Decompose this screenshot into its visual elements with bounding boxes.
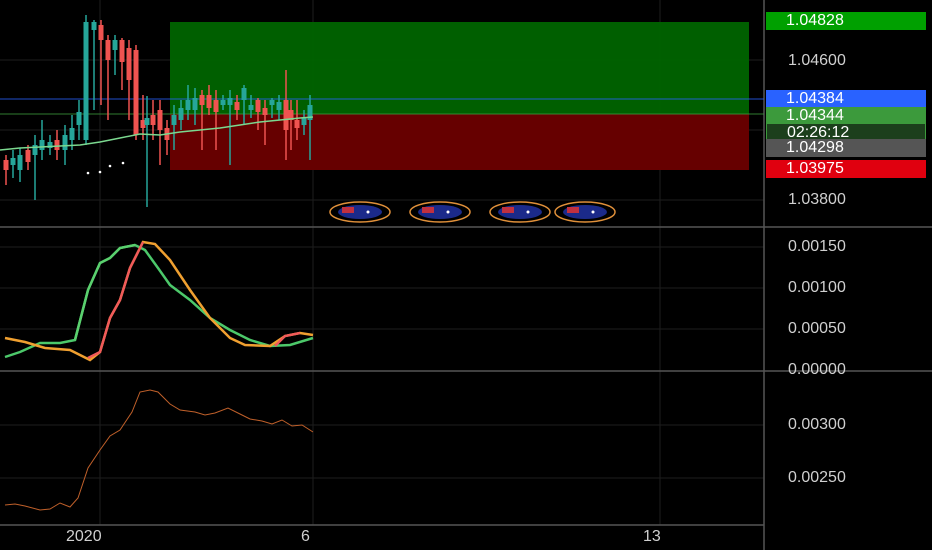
indicator1-green-line	[4, 243, 314, 359]
australia-flag-icon[interactable]	[554, 201, 616, 223]
candle	[25, 145, 31, 170]
candle	[144, 96, 150, 207]
candle	[83, 15, 89, 145]
price-tick: 1.03800	[788, 191, 846, 208]
candle	[126, 40, 132, 120]
australia-flag-icon[interactable]	[329, 201, 391, 223]
candle	[3, 155, 9, 185]
close-price-label[interactable]: 1.04298	[766, 139, 926, 157]
indicator1-tick: 0.00100	[788, 279, 846, 296]
candle	[140, 95, 146, 140]
indicator1-tick: 0.00050	[788, 320, 846, 337]
indicator2-tick: 0.00300	[788, 416, 846, 433]
target-price-label[interactable]: 1.04828	[766, 12, 926, 30]
indicator1-red-segment	[87, 241, 145, 360]
last-price-label[interactable]: 1.04384	[766, 90, 926, 108]
candle	[91, 20, 97, 110]
australia-flag-icon[interactable]	[489, 201, 551, 223]
candle	[119, 38, 125, 90]
candle	[105, 35, 111, 120]
marker-dots	[86, 161, 125, 175]
candle	[47, 135, 53, 155]
candle	[39, 120, 45, 160]
indicator2-line	[4, 389, 314, 511]
time-tick: 13	[643, 528, 661, 545]
indicator2-tick: 0.00250	[788, 469, 846, 486]
time-tick: 6	[301, 528, 310, 545]
indicator1-green-segment	[73, 243, 136, 341]
candle	[76, 100, 82, 140]
candle	[98, 20, 104, 105]
time-tick: 2020	[66, 528, 102, 545]
candle	[157, 100, 163, 165]
candle	[10, 150, 16, 178]
candle	[32, 135, 38, 200]
candle	[54, 130, 60, 160]
trading-chart[interactable]	[0, 0, 932, 550]
indicator1-tick: 0.00150	[788, 238, 846, 255]
indicator1-tick: 0.00000	[788, 361, 846, 378]
price-tick: 1.04600	[788, 52, 846, 69]
candle	[133, 45, 139, 140]
candle	[112, 35, 118, 75]
candle	[164, 120, 170, 155]
australia-flag-icon[interactable]	[409, 201, 471, 223]
stop-price-label[interactable]: 1.03975	[766, 160, 926, 178]
candle	[17, 148, 23, 182]
economic-events[interactable]	[329, 201, 616, 223]
indicator1-colored-segments	[73, 241, 301, 360]
